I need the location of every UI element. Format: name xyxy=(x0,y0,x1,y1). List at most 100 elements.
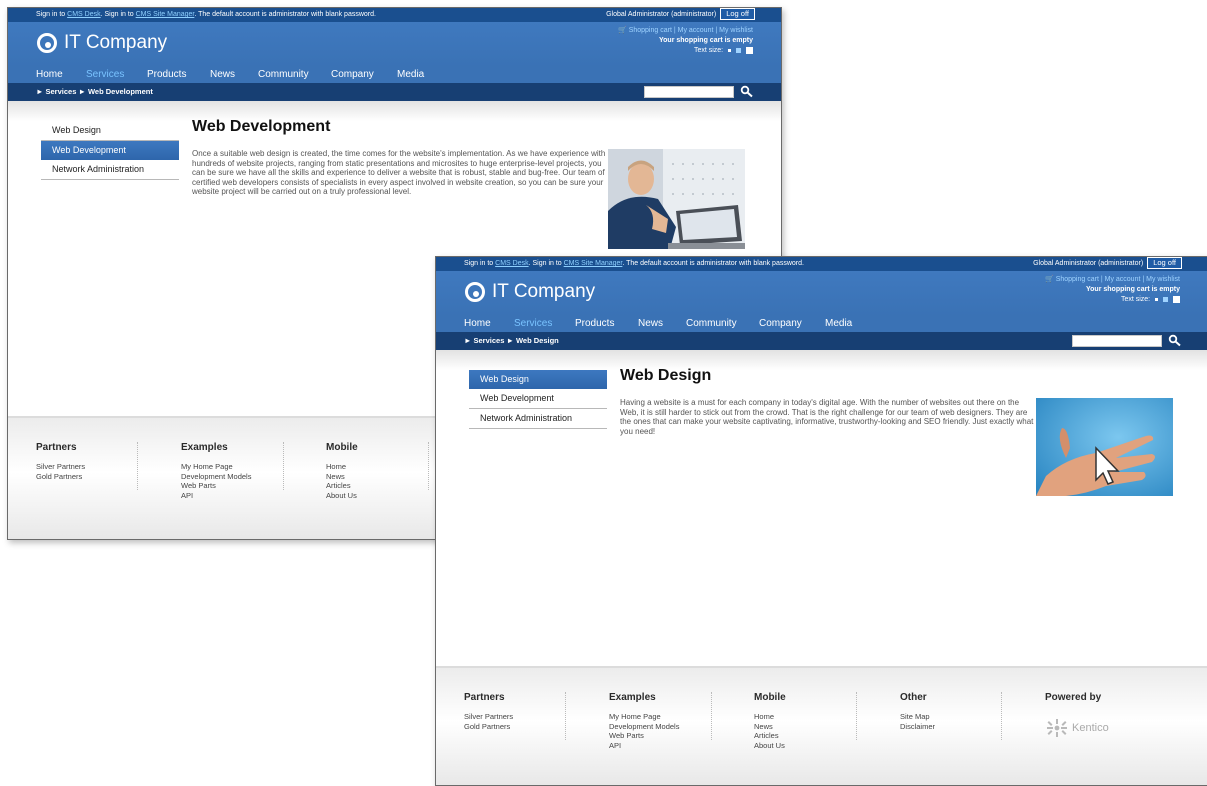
kentico-logo[interactable]: Kentico xyxy=(1045,718,1109,738)
site-logo[interactable]: IT Company xyxy=(465,281,595,303)
my-account-link[interactable]: My account xyxy=(1105,276,1141,283)
user-name: Global Administrator (administrator) xyxy=(1033,260,1144,267)
text-size-large-icon[interactable] xyxy=(1173,295,1180,303)
footer-link[interactable]: Articles xyxy=(326,481,358,491)
my-wishlist-link[interactable]: My wishlist xyxy=(1146,276,1180,283)
cart-status: Your shopping cart is empty xyxy=(1086,286,1180,293)
nav-home[interactable]: Home xyxy=(464,318,491,329)
nav-products[interactable]: Products xyxy=(575,318,614,329)
footer-link[interactable]: API xyxy=(181,491,251,501)
footer-link[interactable]: Web Parts xyxy=(609,731,679,741)
cms-desk-link[interactable]: CMS Desk xyxy=(495,260,528,267)
log-off-button[interactable]: Log off xyxy=(720,8,755,20)
site-header: IT Company 🛒 Shopping cart | My account … xyxy=(8,22,781,67)
text-size-large-icon[interactable] xyxy=(746,46,753,54)
shop-links: 🛒 Shopping cart | My account | My wishli… xyxy=(618,26,753,36)
cms-site-manager-link[interactable]: CMS Site Manager xyxy=(136,11,195,18)
footer-link[interactable]: About Us xyxy=(326,491,358,501)
nav-home[interactable]: Home xyxy=(36,69,63,80)
nav-news[interactable]: News xyxy=(638,318,663,329)
footer-link[interactable]: My Home Page xyxy=(609,712,679,722)
footer-link[interactable]: News xyxy=(326,472,358,482)
footer-link[interactable]: Gold Partners xyxy=(464,722,513,732)
breadcrumb: ► Services ► Web Design xyxy=(436,332,1207,350)
nav-media[interactable]: Media xyxy=(825,318,852,329)
nav-company[interactable]: Company xyxy=(759,318,802,329)
search-icon[interactable] xyxy=(740,85,754,98)
log-off-button[interactable]: Log off xyxy=(1147,257,1182,269)
footer-link[interactable]: Gold Partners xyxy=(36,472,85,482)
footer-link[interactable]: My Home Page xyxy=(181,462,251,472)
footer-link[interactable]: Web Parts xyxy=(181,481,251,491)
footer-divider xyxy=(565,692,566,740)
footer-divider xyxy=(428,442,429,490)
footer-examples: Examples My Home Page Development Models… xyxy=(609,692,679,750)
footer-link[interactable]: Disclaimer xyxy=(900,722,935,732)
footer-link[interactable]: Development Models xyxy=(181,472,251,482)
cms-desk-link[interactable]: CMS Desk xyxy=(67,11,100,18)
kentico-icon xyxy=(1047,719,1067,737)
admin-text-2: . Sign in to xyxy=(528,260,564,267)
shopping-cart-link[interactable]: Shopping cart xyxy=(629,27,672,34)
footer-link[interactable]: Silver Partners xyxy=(464,712,513,722)
sidebar-item-network-administration[interactable]: Network Administration xyxy=(469,409,607,429)
sidebar-item-web-design[interactable]: Web Design xyxy=(41,121,179,141)
text-size-small-icon[interactable] xyxy=(1155,297,1159,301)
section-sidebar: Web Design Web Development Network Admin… xyxy=(469,370,607,429)
footer-link[interactable]: About Us xyxy=(754,741,786,751)
footer-mobile: Mobile Home News Articles About Us xyxy=(326,442,358,500)
footer-link[interactable]: API xyxy=(609,741,679,751)
sidebar-item-network-administration[interactable]: Network Administration xyxy=(41,160,179,180)
nav-products[interactable]: Products xyxy=(147,69,186,80)
nav-community[interactable]: Community xyxy=(258,69,309,80)
nav-services[interactable]: Services xyxy=(514,318,552,329)
footer-link[interactable]: Development Models xyxy=(609,722,679,732)
footer-divider xyxy=(711,692,712,740)
footer-link[interactable]: Home xyxy=(326,462,358,472)
footer-partners: Partners Silver Partners Gold Partners xyxy=(36,442,85,481)
separator: | xyxy=(1142,276,1145,283)
cart-icon[interactable]: 🛒 xyxy=(1045,276,1054,283)
nav-community[interactable]: Community xyxy=(686,318,737,329)
nav-company[interactable]: Company xyxy=(331,69,374,80)
footer-heading: Mobile xyxy=(754,692,786,703)
nav-services[interactable]: Services xyxy=(86,69,124,80)
shopping-cart-link[interactable]: Shopping cart xyxy=(1056,276,1099,283)
search-input[interactable] xyxy=(644,86,734,98)
shop-links: 🛒 Shopping cart | My account | My wishli… xyxy=(1045,275,1180,285)
footer-heading: Powered by xyxy=(1045,692,1102,703)
sidebar-item-web-development[interactable]: Web Development xyxy=(469,389,607,409)
search-input[interactable] xyxy=(1072,335,1162,347)
text-size-medium-icon[interactable] xyxy=(1163,296,1169,302)
sidebar-item-web-development[interactable]: Web Development xyxy=(41,141,179,160)
footer-other: Other Site Map Disclaimer xyxy=(900,692,935,731)
text-size-small-icon[interactable] xyxy=(728,48,732,52)
admin-text-3: . The default account is administrator w… xyxy=(194,11,376,18)
nav-media[interactable]: Media xyxy=(397,69,424,80)
cms-site-manager-link[interactable]: CMS Site Manager xyxy=(564,260,623,267)
admin-text-1: Sign in to xyxy=(464,260,496,267)
footer-link[interactable]: Site Map xyxy=(900,712,935,722)
my-account-link[interactable]: My account xyxy=(678,27,714,34)
text-size-medium-icon[interactable] xyxy=(736,47,742,53)
footer-divider xyxy=(137,442,138,490)
nav-news[interactable]: News xyxy=(210,69,235,80)
main-nav: Home Services Products News Community Co… xyxy=(436,316,1207,332)
page-body-text: Having a website is a must for each comp… xyxy=(620,398,1034,436)
footer-link[interactable]: Home xyxy=(754,712,786,722)
footer-heading: Examples xyxy=(609,692,656,703)
breadcrumb-current: Web Design xyxy=(515,336,559,345)
sidebar-item-web-design[interactable]: Web Design xyxy=(469,370,607,389)
search-icon[interactable] xyxy=(1168,334,1182,347)
site-logo[interactable]: IT Company xyxy=(37,32,167,54)
my-wishlist-link[interactable]: My wishlist xyxy=(719,27,753,34)
footer-heading: Partners xyxy=(36,442,77,453)
logo-icon xyxy=(37,33,57,53)
cart-icon[interactable]: 🛒 xyxy=(618,27,627,34)
admin-bar: Sign in to CMS Desk. Sign in to CMS Site… xyxy=(436,257,1207,271)
admin-text-1: Sign in to xyxy=(36,11,68,18)
footer-link[interactable]: Articles xyxy=(754,731,786,741)
footer-link[interactable]: News xyxy=(754,722,786,732)
footer-examples: Examples My Home Page Development Models… xyxy=(181,442,251,500)
footer-link[interactable]: Silver Partners xyxy=(36,462,85,472)
